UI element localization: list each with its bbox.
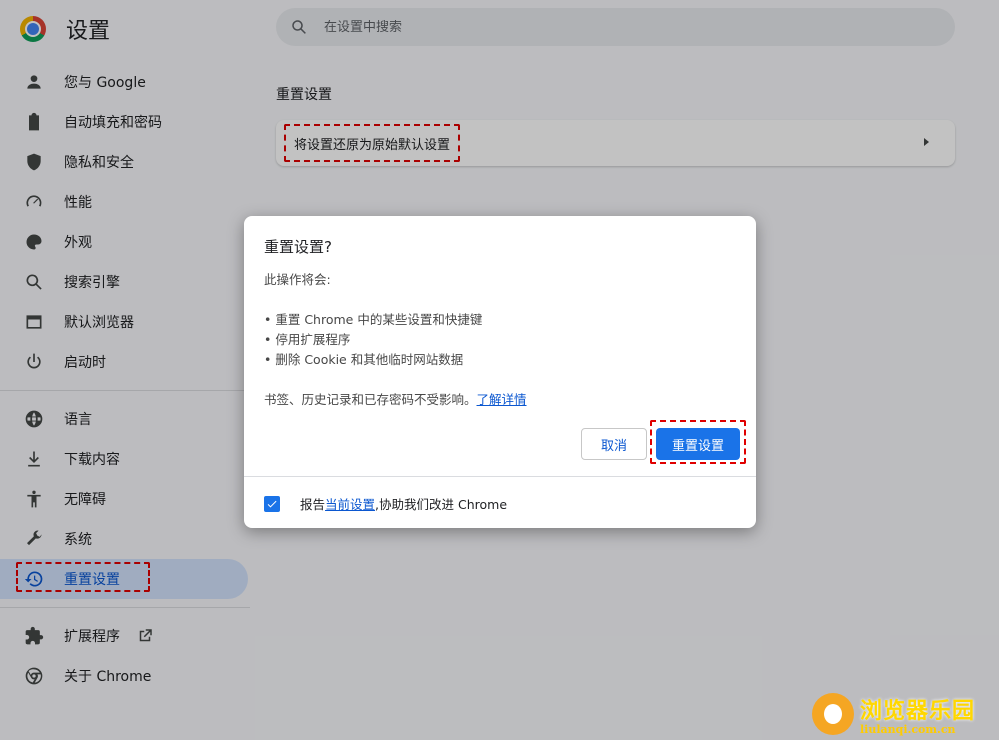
dialog-body: 此操作将会: • 重置 Chrome 中的某些设置和快捷键 • 停用扩展程序 •… [264,270,734,410]
dialog-footer: 报告 当前设置 ,协助我们改进 Chrome [264,494,507,513]
dialog-note: 书签、历史记录和已存密码不受影响。了解详情 [264,390,734,410]
watermark-en: liulanqi.com.cn [860,722,956,736]
reset-settings-dialog: 重置设置? 此操作将会: • 重置 Chrome 中的某些设置和快捷键 • 停用… [244,216,756,528]
report-suffix: ,协助我们改进 Chrome [375,497,508,512]
dialog-divider [244,476,756,477]
report-prefix: 报告 [300,497,326,512]
watermark-logo-icon [812,693,854,735]
dialog-note-text: 书签、历史记录和已存密码不受影响。 [264,392,477,407]
watermark-cn: 浏览器乐园 [860,698,976,724]
dialog-title: 重置设置? [264,238,332,256]
checkmark-icon [267,500,277,507]
dialog-bullet-list: • 重置 Chrome 中的某些设置和快捷键 • 停用扩展程序 • 删除 Coo… [264,310,734,370]
learn-more-link[interactable]: 了解详情 [477,392,527,407]
cancel-button[interactable]: 取消 [581,428,647,460]
highlight-box-reset-button [650,420,746,464]
dialog-bullet: • 重置 Chrome 中的某些设置和快捷键 [264,312,483,327]
dialog-intro: 此操作将会: [264,272,331,287]
watermark: 浏览器乐园 liulanqi.com.cn [812,690,996,738]
current-settings-link[interactable]: 当前设置 [325,494,375,513]
report-settings-checkbox[interactable] [264,495,280,512]
dialog-bullet: • 删除 Cookie 和其他临时网站数据 [264,352,464,367]
dialog-bullet: • 停用扩展程序 [264,332,351,347]
